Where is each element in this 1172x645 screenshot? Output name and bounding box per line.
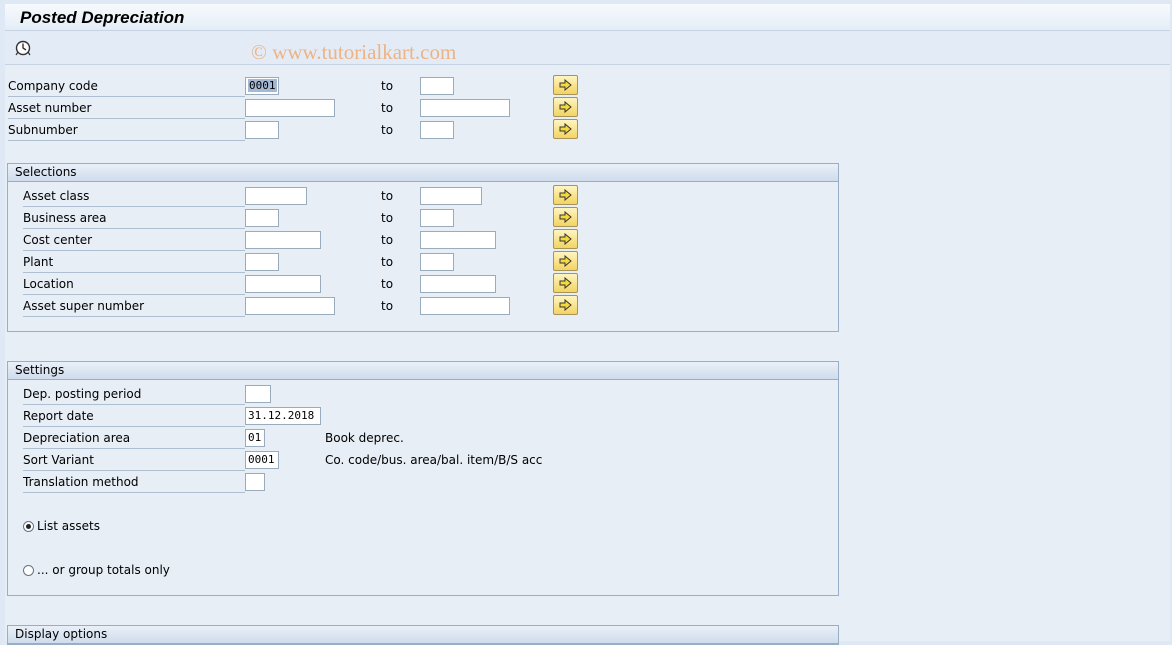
arrow-right-icon [559, 299, 572, 311]
field-label: Company code [8, 77, 245, 97]
field-label: Cost center [23, 231, 245, 251]
radio-group-totals-only[interactable] [23, 565, 34, 576]
field-label: Business area [23, 209, 245, 229]
field-label: Report date [23, 407, 245, 427]
group-title: Display options [8, 626, 838, 644]
plant-to-input[interactable] [420, 253, 454, 271]
field-label: Asset super number [23, 297, 245, 317]
field-label: Sort Variant [23, 451, 245, 471]
arrow-right-icon [559, 189, 572, 201]
multiple-selection-button[interactable] [553, 97, 578, 117]
to-label: to [381, 79, 394, 93]
depreciation-area-description: Book deprec. [325, 431, 404, 445]
location-from-input[interactable] [245, 275, 321, 293]
to-label: to [381, 277, 394, 291]
display-options-group: Display options [7, 625, 839, 645]
watermark-text: © www.tutorialkart.com [251, 40, 457, 64]
multiple-selection-button[interactable] [553, 119, 578, 139]
multiple-selection-button[interactable] [553, 229, 578, 249]
sort-variant-input[interactable]: 0001 [245, 451, 279, 469]
business-area-from-input[interactable] [245, 209, 279, 227]
arrow-right-icon [559, 79, 572, 91]
arrow-right-icon [559, 233, 572, 245]
multiple-selection-button[interactable] [553, 295, 578, 315]
multiple-selection-button[interactable] [553, 207, 578, 227]
report-date-input[interactable]: 31.12.2018 [245, 407, 321, 425]
radio-list-assets[interactable] [23, 521, 34, 532]
company-code-from-input[interactable]: 0001 [245, 77, 279, 95]
to-label: to [381, 123, 394, 137]
field-label: Plant [23, 253, 245, 273]
asset-number-to-input[interactable] [420, 99, 510, 117]
asset-super-number-to-input[interactable] [420, 297, 510, 315]
field-label: Depreciation area [23, 429, 245, 449]
cost-center-from-input[interactable] [245, 231, 321, 249]
field-label: Location [23, 275, 245, 295]
page-title: Posted Depreciation [20, 8, 185, 27]
to-label: to [381, 255, 394, 269]
multiple-selection-button[interactable] [553, 75, 578, 95]
multiple-selection-button[interactable] [553, 273, 578, 293]
field-label: Asset class [23, 187, 245, 207]
multiple-selection-button[interactable] [553, 251, 578, 271]
subnumber-to-input[interactable] [420, 121, 454, 139]
clock-execute-icon[interactable] [15, 40, 31, 56]
to-label: to [381, 189, 394, 203]
arrow-right-icon [559, 101, 572, 113]
arrow-right-icon [559, 123, 572, 135]
subnumber-from-input[interactable] [245, 121, 279, 139]
translation-method-input[interactable] [245, 473, 265, 491]
to-label: to [381, 299, 394, 313]
business-area-to-input[interactable] [420, 209, 454, 227]
cost-center-to-input[interactable] [420, 231, 496, 249]
company-code-to-input[interactable] [420, 77, 454, 95]
arrow-right-icon [559, 211, 572, 223]
asset-class-from-input[interactable] [245, 187, 307, 205]
radio-label: ... or group totals only [37, 563, 170, 577]
field-label: Translation method [23, 473, 245, 493]
arrow-right-icon [559, 277, 572, 289]
field-label: Dep. posting period [23, 385, 245, 405]
plant-from-input[interactable] [245, 253, 279, 271]
multiple-selection-button[interactable] [553, 185, 578, 205]
field-label: Subnumber [8, 121, 245, 141]
to-label: to [381, 211, 394, 225]
title-bar: Posted Depreciation [5, 4, 1170, 31]
asset-class-to-input[interactable] [420, 187, 482, 205]
to-label: to [381, 233, 394, 247]
group-title: Settings [8, 362, 838, 380]
input-value: 0001 [248, 79, 277, 92]
asset-number-from-input[interactable] [245, 99, 335, 117]
field-label: Asset number [8, 99, 245, 119]
selection-screen: Company code 0001 to Asset number to Sub… [5, 65, 1170, 645]
asset-super-number-from-input[interactable] [245, 297, 335, 315]
sort-variant-description: Co. code/bus. area/bal. item/B/S acc [325, 453, 543, 467]
dep-posting-period-input[interactable] [245, 385, 271, 403]
to-label: to [381, 101, 394, 115]
radio-label: List assets [37, 519, 100, 533]
group-title: Selections [8, 164, 838, 182]
arrow-right-icon [559, 255, 572, 267]
application-toolbar: © www.tutorialkart.com [5, 31, 1170, 65]
depreciation-area-input[interactable]: 01 [245, 429, 265, 447]
location-to-input[interactable] [420, 275, 496, 293]
